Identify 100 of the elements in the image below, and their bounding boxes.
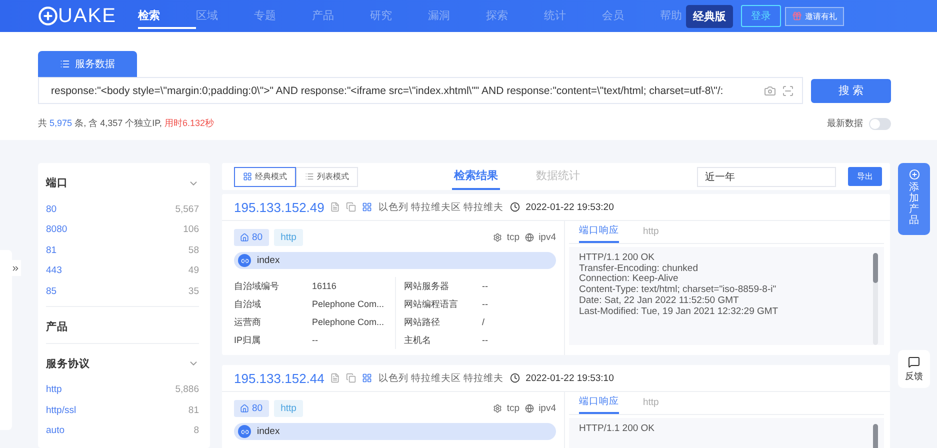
- section-title: 端口: [46, 176, 68, 190]
- response-line: HTTP/1.1 200 OK: [579, 253, 656, 264]
- latest-data-label: 最新数据: [827, 117, 863, 130]
- timestamp: 2022-01-22 19:53:10: [526, 372, 614, 384]
- response-line: Connection: Keep-Alive: [579, 274, 680, 285]
- plus-icon: [908, 169, 920, 180]
- ip-version-text: ipv4: [538, 232, 556, 243]
- filter-item[interactable]: 8080: [46, 224, 68, 236]
- filter-item[interactable]: 443: [46, 265, 62, 276]
- response-tab[interactable]: http: [643, 397, 659, 414]
- filter-item[interactable]: http: [46, 384, 62, 396]
- logo-icon: [38, 6, 58, 26]
- clock-icon: [510, 202, 520, 212]
- ip-address[interactable]: 195.133.152.49: [234, 200, 324, 214]
- message-icon: [908, 356, 920, 368]
- field-value: --: [482, 299, 488, 309]
- filter-count: 49: [188, 265, 199, 276]
- page-title-bar[interactable]: index: [234, 252, 556, 269]
- filter-item[interactable]: 81: [46, 244, 57, 256]
- add-product-button[interactable]: 添加产品: [898, 163, 930, 235]
- globe-icon: [524, 233, 534, 242]
- field-label: 网站服务器: [404, 280, 450, 292]
- response-tab[interactable]: http: [643, 226, 659, 243]
- timestamp: 2022-01-22 19:53:20: [526, 202, 614, 212]
- nav-item[interactable]: 产品: [312, 4, 370, 28]
- nav-item[interactable]: 帮助: [660, 4, 682, 28]
- scan-icon[interactable]: [782, 84, 794, 96]
- filter-count: 81: [188, 404, 199, 416]
- clock-icon: [510, 373, 520, 383]
- filter-item[interactable]: http/ssl: [46, 404, 76, 416]
- transport-text: tcp: [506, 232, 520, 243]
- nav-item[interactable]: 检索: [138, 4, 196, 28]
- field-label: 网站编程语言: [404, 298, 459, 310]
- protocol-tag[interactable]: http: [274, 229, 304, 246]
- invite-button[interactable]: 邀请有礼: [785, 6, 844, 26]
- ip-version-text: ipv4: [538, 403, 556, 414]
- protocol-tag[interactable]: http: [274, 400, 304, 417]
- filter-count: 8: [194, 425, 199, 436]
- view-mode-button[interactable]: 列表模式: [296, 166, 358, 186]
- link-icon: [238, 254, 251, 267]
- nav-item[interactable]: 区域: [196, 4, 254, 28]
- response-line: HTTP/1.1 200 OK: [579, 424, 656, 435]
- expand-button[interactable]: [10, 260, 21, 276]
- gift-icon: [792, 11, 802, 21]
- time-range-field[interactable]: 近一年: [697, 166, 836, 186]
- port-tag[interactable]: 80: [234, 400, 269, 417]
- list-icon: [305, 172, 314, 181]
- filter-count: 5,886: [175, 384, 199, 396]
- response-line: Transfer-Encoding: chunked: [579, 264, 699, 274]
- filter-count: 58: [188, 244, 199, 256]
- gear-icon: [492, 404, 502, 413]
- camera-icon[interactable]: [764, 84, 776, 96]
- nav-item[interactable]: 专题: [254, 4, 312, 28]
- section-title: 产品: [46, 320, 68, 334]
- house-icon: [240, 404, 249, 413]
- field-value: --: [482, 335, 488, 345]
- filter-item[interactable]: 85: [46, 286, 57, 297]
- list-icon: [60, 59, 70, 69]
- edition-button[interactable]: 经典版: [686, 4, 733, 28]
- view-mode-button[interactable]: 经典模式: [234, 166, 296, 186]
- page-title-bar[interactable]: index: [234, 423, 556, 440]
- document-icon[interactable]: [330, 202, 340, 212]
- search-button[interactable]: 搜 索: [811, 78, 891, 102]
- logo: UAKE: [38, 4, 138, 28]
- field-label: 自治域: [234, 298, 262, 310]
- location-text: 以色列 特拉维夫区 特拉维夫: [378, 372, 504, 384]
- nav-item[interactable]: 会员: [602, 4, 660, 28]
- location-text: 以色列 特拉维夫区 特拉维夫: [378, 200, 504, 214]
- nav-item[interactable]: 漏洞: [428, 4, 486, 28]
- field-label: 自治域编号: [234, 280, 280, 292]
- query-field[interactable]: response:"<body style=\"margin:0;padding:0\">" AND response:"<iframe src=\"index.xhtml\"" AND response:"content=\"text/html; charset=utf-8\"/:: [38, 77, 803, 104]
- copy-icon[interactable]: [346, 373, 356, 383]
- gear-icon: [492, 233, 502, 242]
- field-value: 16116: [312, 281, 336, 291]
- nav-item[interactable]: 统计: [544, 4, 602, 28]
- nav-item[interactable]: 研究: [370, 4, 428, 28]
- ip-address[interactable]: 195.133.152.44: [234, 370, 324, 386]
- results-tab[interactable]: 数据统计: [534, 163, 582, 190]
- feedback-button[interactable]: 反馈: [898, 350, 930, 388]
- response-tab[interactable]: 端口响应: [579, 395, 619, 414]
- field-label: 运营商: [234, 316, 262, 328]
- response-tab[interactable]: 端口响应: [579, 224, 619, 243]
- document-icon[interactable]: [330, 373, 340, 383]
- filter-item[interactable]: 80: [46, 204, 57, 215]
- nav-item[interactable]: 探索: [486, 4, 544, 28]
- double-chevron-icon: [11, 264, 20, 272]
- result-stats: 共 5,975 条, 含 4,357 个独立IP, 用时6.132秒: [38, 117, 214, 130]
- latest-data-toggle[interactable]: [869, 118, 891, 130]
- login-button[interactable]: 登录: [741, 5, 781, 27]
- results-tab[interactable]: 检索结果: [452, 163, 500, 190]
- search-type-tab[interactable]: 服务数据: [38, 51, 137, 77]
- export-button[interactable]: 导出: [848, 167, 882, 186]
- field-value: /: [482, 317, 485, 327]
- house-icon: [240, 233, 249, 242]
- port-tag[interactable]: 80: [234, 229, 269, 246]
- copy-icon[interactable]: [346, 202, 356, 212]
- globe-icon: [524, 404, 534, 413]
- response-line: Last-Modified: Tue, 19 Jan 2021 12:32:29 GMT: [579, 306, 780, 318]
- filter-item[interactable]: auto: [46, 425, 64, 436]
- section-title: 服务协议: [46, 356, 90, 370]
